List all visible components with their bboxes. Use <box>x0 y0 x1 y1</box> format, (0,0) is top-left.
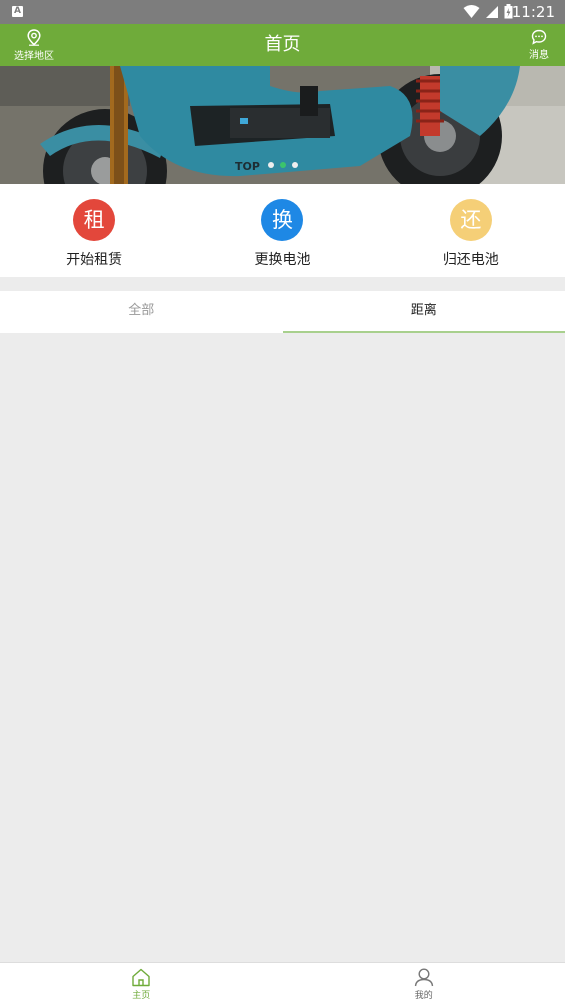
nav-profile-label: 我的 <box>414 991 433 1001</box>
station-list[interactable] <box>0 333 565 962</box>
home-icon <box>132 968 150 987</box>
bottom-nav: 主页 我的 <box>0 962 565 1005</box>
status-time: 11:21 <box>511 3 555 21</box>
carousel-dot-active[interactable] <box>279 162 286 168</box>
tab-all[interactable]: 全部 <box>0 291 283 333</box>
message-bubble-icon <box>531 29 547 45</box>
carousel-indicator <box>0 162 565 168</box>
profile-icon <box>414 968 433 987</box>
swap-battery-button[interactable]: 换 更换电池 <box>188 184 376 277</box>
swap-icon: 换 <box>261 199 304 241</box>
return-icon: 还 <box>449 199 492 241</box>
wifi-icon <box>463 4 480 18</box>
start-rental-button[interactable]: 租 开始租赁 <box>0 184 188 277</box>
return-battery-label: 归还电池 <box>442 252 499 268</box>
return-battery-button[interactable]: 还 归还电池 <box>377 184 565 277</box>
nav-home[interactable]: 主页 <box>0 963 283 1005</box>
nav-profile[interactable]: 我的 <box>283 963 565 1005</box>
quick-actions: 租 开始租赁 换 更换电池 还 归还电池 <box>0 184 565 277</box>
filter-tabs: 全部 距离 <box>0 291 565 333</box>
messages-label: 消息 <box>529 50 549 61</box>
carousel-dot[interactable] <box>291 162 298 168</box>
app-bar: 选择地区 首页 消息 <box>0 24 565 66</box>
swap-battery-label: 更换电池 <box>254 252 311 268</box>
banner-carousel[interactable]: TOP <box>0 66 565 184</box>
notification-a-icon: A <box>12 6 23 17</box>
nav-home-label: 主页 <box>132 991 151 1001</box>
status-icons <box>463 4 513 19</box>
messages-button[interactable]: 消息 <box>521 29 557 61</box>
signal-icon <box>486 5 498 18</box>
carousel-dot[interactable] <box>267 162 274 168</box>
page-title: 首页 <box>264 34 301 55</box>
start-rental-label: 开始租赁 <box>66 252 123 268</box>
status-bar: A 11:21 <box>0 0 565 24</box>
tab-distance[interactable]: 距离 <box>282 291 565 333</box>
rent-icon: 租 <box>73 199 116 241</box>
